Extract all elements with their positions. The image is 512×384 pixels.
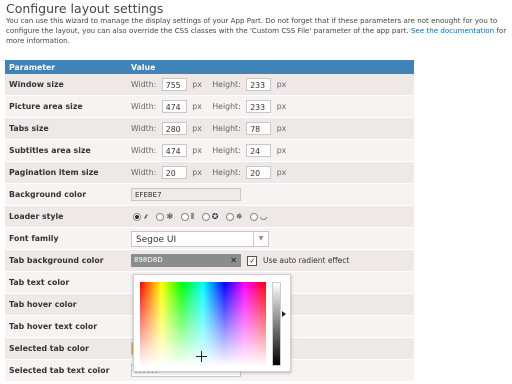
window-height-input[interactable]: 233 xyxy=(246,78,272,91)
height-label: Height: xyxy=(212,124,241,133)
row-label: Subtitles area size xyxy=(5,139,127,162)
tabs-height-input[interactable]: 78 xyxy=(246,122,272,135)
auto-gradient-label: Use auto radient effect xyxy=(262,256,350,265)
slider-arrow-icon[interactable] xyxy=(282,311,286,317)
font-family-value: Segoe UI xyxy=(136,234,177,245)
unit-label: px xyxy=(276,80,287,89)
height-label: Height: xyxy=(212,146,241,155)
row-value: Width: 755 px Height: 233 px xyxy=(127,74,414,96)
chevron-down-icon[interactable]: ▼ xyxy=(253,231,268,246)
row-label: Window size xyxy=(5,74,127,96)
row-value: EFEBE7 xyxy=(127,183,414,206)
page-title: Configure layout settings xyxy=(6,1,164,16)
loader-radio-1[interactable] xyxy=(133,212,141,221)
crosshair-icon[interactable] xyxy=(196,351,207,362)
page-description: You can use this wizard to manage the di… xyxy=(6,16,508,46)
loader-radio-6[interactable] xyxy=(250,212,259,221)
close-icon[interactable]: ✕ xyxy=(230,254,237,267)
row-value: Width: 474 px Height: 24 px xyxy=(127,139,414,162)
loader-preview-icon: ⸙ xyxy=(143,212,149,221)
row-label: Tab background color xyxy=(5,249,127,272)
unit-label: px xyxy=(192,146,202,155)
row-label: Pagination item size xyxy=(5,161,127,184)
row-label: Selected tab color xyxy=(5,337,127,360)
luminance-slider[interactable] xyxy=(272,282,281,366)
documentation-link[interactable]: See the documentation xyxy=(411,26,494,35)
unit-label: px xyxy=(276,102,287,111)
height-label: Height: xyxy=(212,168,241,177)
height-label: Height: xyxy=(212,102,241,111)
loader-radio-5[interactable] xyxy=(225,212,234,221)
color-picker-popup xyxy=(133,274,291,372)
unit-label: px xyxy=(192,80,202,89)
row-label: Picture area size xyxy=(5,95,127,118)
picture-height-input[interactable]: 233 xyxy=(246,100,272,113)
row-value: 898D8D ✕ ✓ Use auto radient effect xyxy=(127,249,414,272)
loader-radio-4[interactable] xyxy=(201,212,210,221)
row-value: Width: 20 px Height: 20 px xyxy=(127,161,414,184)
table-row: Pagination item size Width: 20 px Height… xyxy=(5,161,414,184)
loader-radio-2[interactable] xyxy=(156,212,165,221)
table-row: Loader style ⸙ ✻ ⦀ ✪ ✵ ◡ xyxy=(5,205,414,228)
pagination-height-input[interactable]: 20 xyxy=(246,166,272,179)
unit-label: px xyxy=(276,146,287,155)
unit-label: px xyxy=(192,102,202,111)
unit-label: px xyxy=(276,124,287,133)
loader-preview-icon: ✻ xyxy=(166,212,174,221)
width-label: Width: xyxy=(131,146,157,155)
row-label: Tab hover text color xyxy=(5,315,127,338)
tabs-width-input[interactable]: 280 xyxy=(161,122,187,135)
table-header-row: Parameter Value xyxy=(5,60,414,74)
table-row: Window size Width: 755 px Height: 233 px xyxy=(5,74,414,96)
unit-label: px xyxy=(192,168,202,177)
width-label: Width: xyxy=(131,80,157,89)
row-label: Tab text color xyxy=(5,271,127,294)
row-value: Width: 474 px Height: 233 px xyxy=(127,95,414,118)
row-label: Loader style xyxy=(5,205,127,228)
width-label: Width: xyxy=(131,102,157,111)
width-label: Width: xyxy=(131,124,157,133)
color-spectrum[interactable] xyxy=(140,282,266,366)
width-label: Width: xyxy=(131,168,157,177)
loader-preview-icon: ⦀ xyxy=(190,211,195,221)
loader-preview-icon: ✪ xyxy=(211,212,219,221)
row-label: Font family xyxy=(5,227,127,250)
unit-label: px xyxy=(276,168,287,177)
column-header-parameter: Parameter xyxy=(5,60,127,74)
loader-style-options: ⸙ ✻ ⦀ ✪ ✵ ◡ xyxy=(127,205,414,228)
font-family-select[interactable]: Segoe UI ▼ xyxy=(131,230,269,247)
table-row: Background color EFEBE7 xyxy=(5,183,414,206)
tab-background-color-value: 898D8D xyxy=(134,256,163,264)
loader-preview-icon: ◡ xyxy=(260,212,268,221)
row-label: Selected tab text color xyxy=(5,359,127,382)
loader-radio-3[interactable] xyxy=(180,212,189,221)
auto-gradient-checkbox[interactable]: ✓ xyxy=(247,255,258,266)
subtitles-width-input[interactable]: 474 xyxy=(161,144,187,157)
background-color-input[interactable]: EFEBE7 xyxy=(131,188,241,201)
column-header-value: Value xyxy=(127,60,414,74)
table-row: Tabs size Width: 280 px Height: 78 px xyxy=(5,117,414,140)
table-row: Font family Segoe UI ▼ xyxy=(5,227,414,250)
unit-label: px xyxy=(192,124,202,133)
table-row: Picture area size Width: 474 px Height: … xyxy=(5,95,414,118)
table-row: Tab background color 898D8D ✕ ✓ Use auto… xyxy=(5,249,414,272)
row-value: Segoe UI ▼ xyxy=(127,227,414,250)
picture-width-input[interactable]: 474 xyxy=(161,100,187,113)
loader-preview-icon: ✵ xyxy=(235,212,243,221)
table-row: Subtitles area size Width: 474 px Height… xyxy=(5,139,414,162)
row-value: Width: 280 px Height: 78 px xyxy=(127,117,414,140)
pagination-width-input[interactable]: 20 xyxy=(161,166,187,179)
subtitles-height-input[interactable]: 24 xyxy=(246,144,272,157)
window-width-input[interactable]: 755 xyxy=(161,78,187,91)
height-label: Height: xyxy=(212,80,241,89)
row-label: Tabs size xyxy=(5,117,127,140)
row-label: Background color xyxy=(5,183,127,206)
row-label: Tab hover color xyxy=(5,293,127,316)
tab-background-color-input[interactable]: 898D8D ✕ xyxy=(131,254,241,267)
